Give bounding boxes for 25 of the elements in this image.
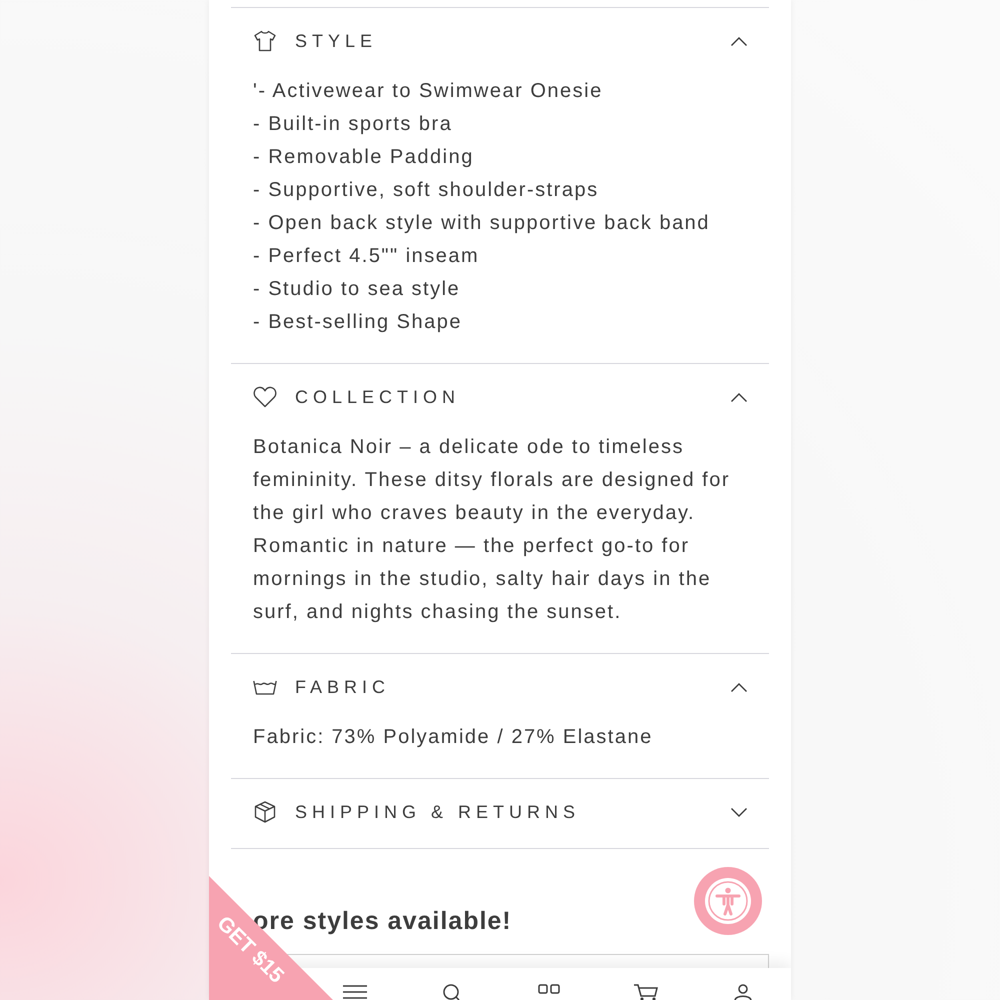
description-text: Fabric: 73% Polyamide / 27% Elastane (253, 725, 654, 750)
feature-text: - Studio to sea style (253, 277, 460, 302)
t-shirt-icon (253, 29, 277, 53)
box-icon (254, 801, 276, 823)
cart-icon[interactable] (632, 984, 659, 1000)
feature-text: '- Activewear to Swimwear Onesie (253, 79, 603, 104)
feature-text: - Removable Padding (253, 145, 474, 170)
feature-text: - Built-in sports bra (253, 112, 452, 137)
menu-icon[interactable] (342, 984, 368, 1000)
section-title: SHIPPING & RETURNS (295, 801, 580, 824)
feature-text: - Supportive, soft shoulder-straps (253, 178, 599, 203)
section-title: COLLECTION (295, 386, 460, 409)
section-title: FABRIC (295, 676, 390, 699)
description-text: Botanica Noir – a delicate ode to timeless femininity. These ditsy florals are designed for the girl who craves beauty in the everyday. Romantic in nature — the perfect go-to for mornings in the studio, salty hair days in the surf, and nights chasing the sunset. (253, 435, 732, 625)
heart-icon (253, 386, 277, 408)
section-title: STYLE (295, 30, 378, 53)
feature-text: - Open back style with supportive back band (253, 211, 710, 236)
chevron-up-icon[interactable] (731, 682, 747, 692)
wash-tub-icon (253, 680, 277, 694)
feature-text: - Best-selling Shape (253, 310, 462, 335)
accessibility-icon (704, 877, 752, 925)
feature-text: - Perfect 4.5"" inseam (253, 244, 480, 269)
chevron-up-icon[interactable] (731, 36, 747, 46)
chevron-down-icon[interactable] (731, 808, 747, 816)
chevron-up-icon[interactable] (731, 392, 747, 402)
